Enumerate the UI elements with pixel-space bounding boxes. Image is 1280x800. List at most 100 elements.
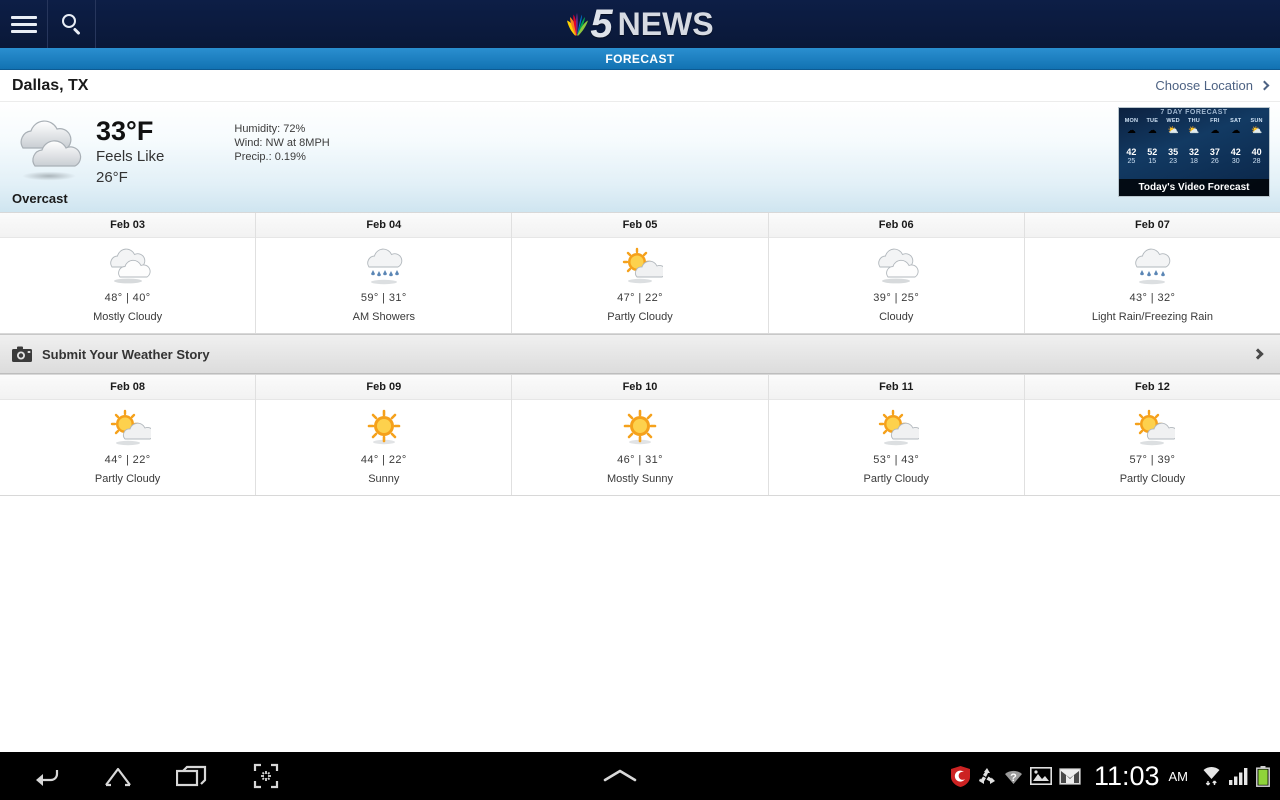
home-icon — [105, 767, 131, 787]
video-day-high: 52 — [1147, 147, 1158, 157]
current-details: Humidity: 72% Wind: NW at 8MPH Precip.: … — [164, 110, 329, 164]
forecast-date: Feb 10 — [512, 375, 768, 400]
forecast-condition: Cloudy — [879, 311, 914, 323]
partly-cloudy-icon — [0, 406, 255, 450]
forecast-condition: Partly Cloudy — [1119, 473, 1186, 485]
precip-value: Precip.: 0.19% — [234, 151, 306, 163]
forecast-temps: 46° | 31° — [617, 454, 663, 466]
forecast-condition: Partly Cloudy — [863, 473, 929, 485]
forecast-temps: 59° | 31° — [360, 292, 407, 304]
forecast-day-cell[interactable]: Feb 11 53° | 43° Partly Cloudy — [768, 375, 1025, 495]
video-forecast-caption: Today's Video Forecast — [1119, 179, 1269, 196]
chevron-up-icon — [604, 769, 637, 782]
cloudy-icon: ☁ — [1147, 125, 1157, 135]
home-button[interactable] — [94, 752, 142, 800]
forecast-day-cell[interactable]: Feb 12 57° | 39° Partly Cloudy — [1024, 375, 1280, 495]
submit-weather-story-bar[interactable]: Submit Your Weather Story — [0, 334, 1280, 374]
forecast-day-cell[interactable]: Feb 05 47° | 22° Partly Cloudy — [512, 213, 769, 333]
rain-icon — [256, 244, 511, 288]
video-day-low: 15 — [1148, 158, 1157, 165]
video-day-low: 23 — [1169, 158, 1178, 165]
forecast-date: Feb 08 — [0, 375, 256, 400]
forecast-date: Feb 12 — [1024, 375, 1280, 400]
video-day-col: FRI ☁ 37 26 — [1204, 118, 1225, 166]
video-day-high: 40 — [1251, 147, 1262, 157]
forecast-date: Feb 06 — [768, 213, 1024, 238]
forecast-date: Feb 03 — [0, 213, 256, 238]
current-temperature-block: 33°F Feels Like 26°F — [96, 110, 164, 188]
video-day-col: THU ⛅ 32 18 — [1184, 118, 1205, 166]
forecast-day-cell[interactable]: Feb 10 46° | 31° Mostly Sunny — [512, 375, 769, 495]
logo-word: NEWS — [617, 6, 714, 42]
screenshot-icon — [253, 763, 279, 789]
humidity-value: Humidity: 72% — [234, 123, 306, 135]
expand-notifications-button[interactable] — [290, 768, 951, 784]
forecast-date: Feb 11 — [768, 375, 1024, 400]
status-clock: 11:03 — [1093, 760, 1160, 791]
brand-logo: 5 NEWS — [0, 0, 1280, 48]
forecast-row-1: Feb 03 48° | 40° Mostly Cloudy Feb 04 59… — [0, 212, 1280, 334]
menu-button[interactable] — [0, 0, 48, 48]
wind-value: Wind: NW at 8MPH — [234, 137, 330, 149]
video-day-low: 26 — [1210, 158, 1219, 165]
video-day-col: WED ⛅ 35 23 — [1163, 118, 1184, 166]
forecast-date: Feb 05 — [512, 213, 768, 238]
partly-cloudy-icon — [512, 244, 767, 288]
video-day-col: TUE ☁ 52 15 — [1142, 118, 1163, 166]
forecast-condition: Sunny — [368, 473, 400, 485]
forecast-temps: 44° | 22° — [360, 454, 407, 466]
back-icon — [36, 770, 59, 786]
android-system-bar: ? 11:03 AM — [0, 752, 1280, 800]
sunny-icon — [256, 406, 511, 450]
recents-icon — [176, 765, 207, 787]
forecast-date: Feb 04 — [256, 213, 512, 238]
video-overlay-title: 7 DAY FORECAST — [1160, 109, 1228, 116]
battery-icon — [1256, 765, 1270, 787]
video-day-high: 42 — [1126, 147, 1137, 157]
sunny-icon — [512, 406, 767, 450]
video-day-label: MON — [1124, 118, 1139, 124]
video-day-high: 35 — [1168, 147, 1179, 157]
choose-location-button[interactable]: Choose Location — [1155, 78, 1270, 93]
cloudy-icon — [769, 244, 1024, 288]
gmail-icon — [1059, 767, 1081, 785]
svg-text:?: ? — [1010, 772, 1017, 784]
page-title: Dallas, TX — [12, 76, 89, 94]
forecast-date: Feb 07 — [1024, 213, 1280, 238]
video-day-label: SAT — [1230, 118, 1242, 124]
rain-icon — [1025, 244, 1280, 288]
current-conditions: 33°F Feels Like 26°F Humidity: 72% Wind:… — [0, 102, 1280, 212]
logo-number: 5 — [590, 2, 612, 46]
cloudy-icon — [0, 244, 255, 288]
hamburger-menu-icon — [10, 12, 37, 37]
choose-location-label: Choose Location — [1155, 78, 1253, 93]
forecast-day-cell[interactable]: Feb 06 39° | 25° Cloudy — [768, 213, 1025, 333]
video-day-label: WED — [1166, 118, 1180, 124]
forecast-temps: 53° | 43° — [873, 454, 920, 466]
screenshot-button[interactable] — [242, 752, 290, 800]
status-ampm: AM — [1168, 768, 1189, 784]
back-button[interactable] — [20, 752, 68, 800]
forecast-day-cell[interactable]: Feb 07 43° | 32° Light Rain/Freezing Rai… — [1024, 213, 1280, 333]
signal-bars-icon — [1229, 767, 1249, 785]
forecast-day-cell[interactable]: Feb 03 48° | 40° Mostly Cloudy — [0, 213, 257, 333]
forecast-temps: 43° | 32° — [1129, 292, 1176, 304]
feels-like-value: 26°F — [96, 169, 128, 186]
partly-cloudy-icon — [769, 406, 1024, 450]
forecast-day-cell[interactable]: Feb 09 44° | 22° Sunny — [256, 375, 513, 495]
recents-button[interactable] — [168, 752, 216, 800]
video-day-low: 30 — [1231, 158, 1240, 165]
search-button[interactable] — [48, 0, 96, 48]
forecast-condition: Partly Cloudy — [94, 473, 161, 485]
current-condition-text: Overcast — [12, 191, 68, 206]
video-day-low: 25 — [1127, 158, 1136, 165]
partly-cloudy-icon: ⛅ — [1167, 125, 1179, 135]
peacock-icon — [567, 13, 589, 36]
wifi-help-icon: ? — [1004, 767, 1023, 785]
video-day-label: THU — [1188, 118, 1200, 124]
forecast-day-cell[interactable]: Feb 08 44° | 22° Partly Cloudy — [0, 375, 257, 495]
video-forecast-thumbnail[interactable]: 7 DAY FORECAST MON ☁ 42 25 TUE ☁ 52 15 W… — [1118, 107, 1270, 197]
forecast-temps: 44° | 22° — [104, 454, 151, 466]
forecast-condition: Partly Cloudy — [607, 311, 673, 323]
forecast-day-cell[interactable]: Feb 04 59° | 31° AM Showers — [256, 213, 513, 333]
